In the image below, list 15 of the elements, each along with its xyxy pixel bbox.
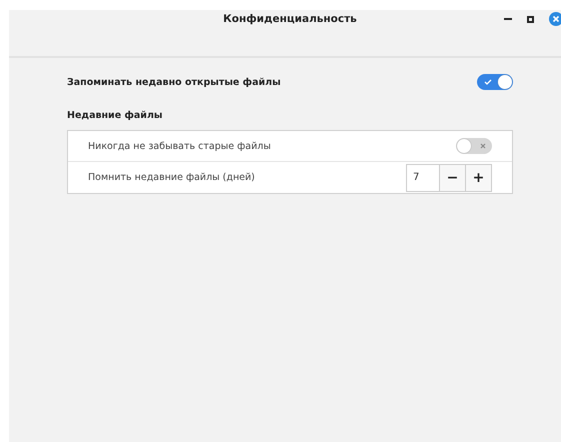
- setting-label: Запоминать недавно открытые файлы: [67, 76, 281, 88]
- toggle-switch[interactable]: [477, 74, 513, 90]
- minimize-icon[interactable]: [504, 18, 512, 20]
- toggle-switch[interactable]: [456, 138, 492, 154]
- window-title: Конфиденциальность: [223, 13, 357, 27]
- number-field[interactable]: 7: [406, 164, 440, 192]
- check-icon: [484, 79, 492, 85]
- setting-label: Помнить недавние файлы (дней): [88, 172, 255, 183]
- section-heading: Недавние файлы: [67, 110, 164, 123]
- setting-label: Никогда не забывать старые файлы: [88, 140, 271, 152]
- close-icon[interactable]: [549, 12, 561, 26]
- cross-icon: [480, 143, 486, 149]
- increment-button[interactable]: +: [466, 164, 492, 192]
- maximize-icon[interactable]: [527, 16, 534, 22]
- decrement-button[interactable]: −: [440, 164, 466, 192]
